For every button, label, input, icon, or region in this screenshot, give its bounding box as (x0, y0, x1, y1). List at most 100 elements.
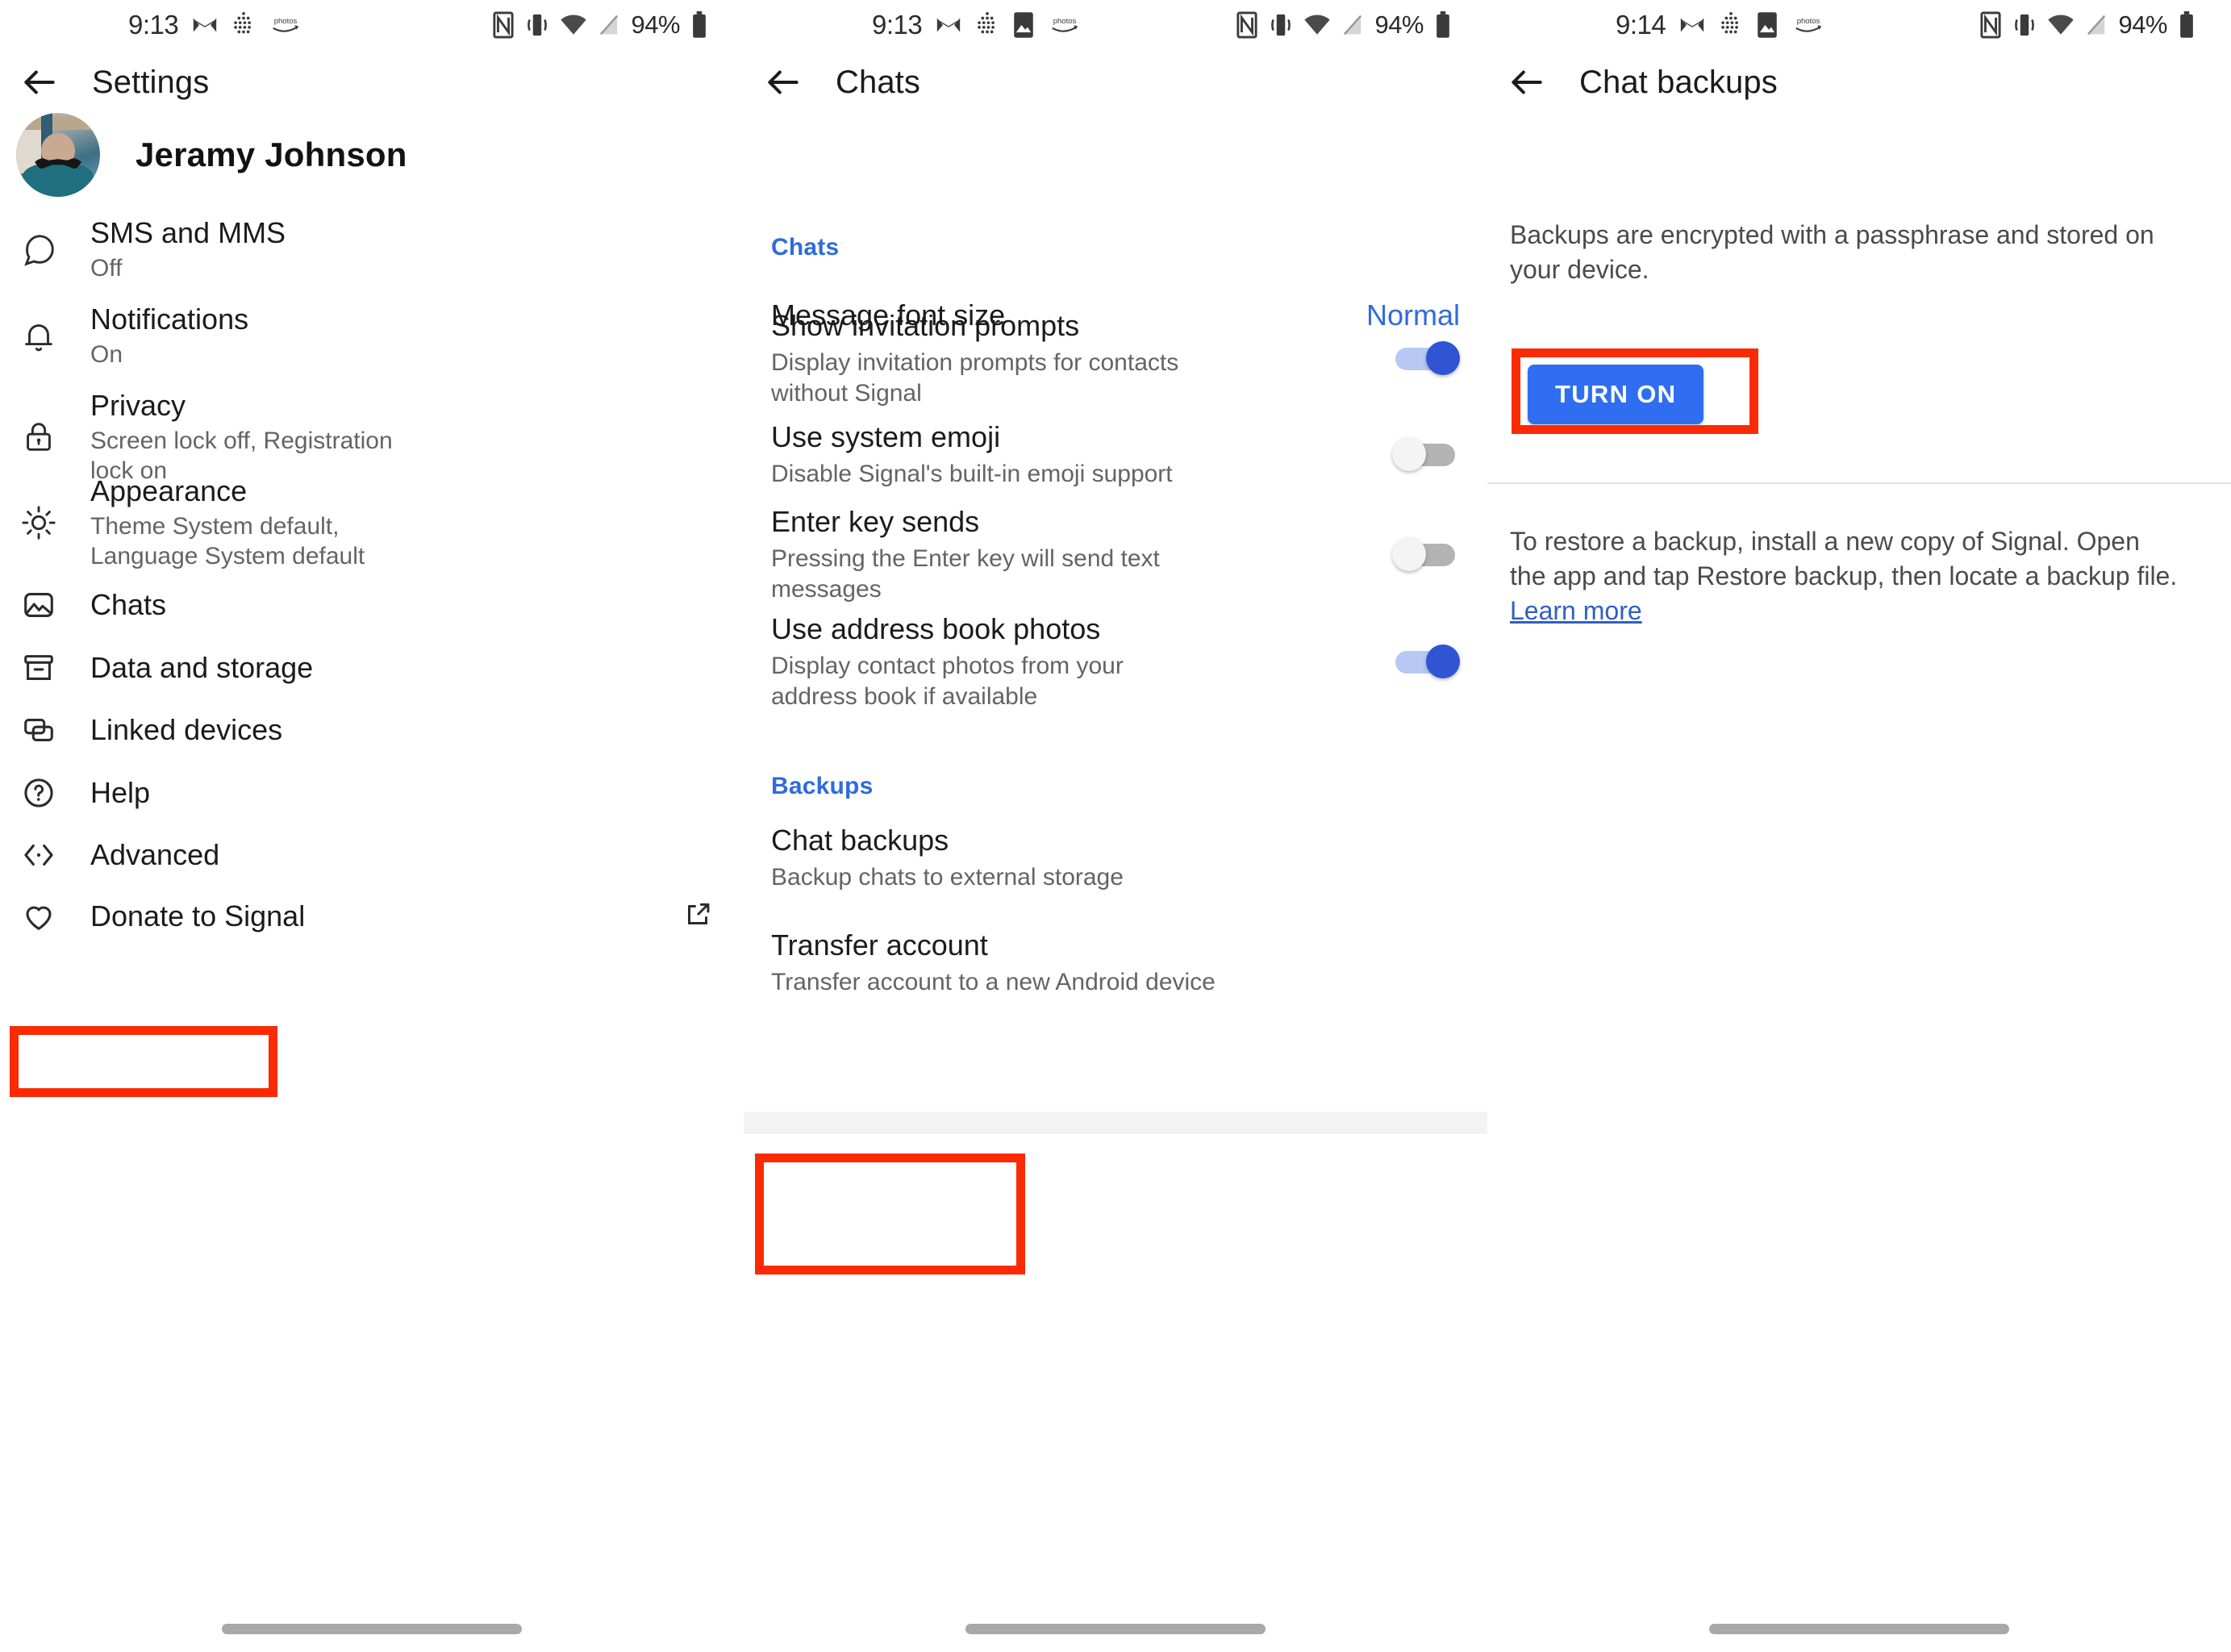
toolbar: Settings (0, 44, 744, 121)
row-sublabel: Disable Signal's built-in emoji support (771, 461, 1173, 488)
row-title: Chat backups (771, 824, 949, 857)
row-enter-key-sends[interactable]: Enter key sends Pressing the Enter key w… (744, 504, 1487, 604)
row-sublabel: Backup chats to external storage (771, 864, 1124, 891)
profile-row[interactable]: Jeramy Johnson (16, 113, 407, 197)
row-chat-backups[interactable]: Chat backups Backup chats to external st… (744, 823, 1487, 893)
toolbar: Chat backups (1487, 44, 2231, 121)
bell-icon (16, 314, 61, 359)
screenshot-icon (1756, 11, 1779, 39)
status-time: 9:14 (1616, 10, 1666, 40)
mail-icon (191, 11, 219, 39)
screenshot-icon (1012, 11, 1035, 39)
vibrate-icon (1269, 11, 1293, 39)
status-bar: 9:14 photos 94% (1487, 0, 2231, 50)
sidebar-item-sms-mms[interactable]: SMS and MMS Off (0, 216, 744, 284)
status-time: 9:13 (128, 10, 179, 40)
back-arrow-icon[interactable] (18, 60, 61, 104)
sidebar-item-sublabel: On (90, 341, 123, 369)
sidebar-item-label: Notifications (90, 302, 249, 336)
three-screen-sequence: 9:13 photos 94% Settings Jeramy Johnson … (0, 0, 2231, 1652)
row-title: Enter key sends (771, 505, 980, 538)
amazon-photos-icon: photos (1791, 13, 1825, 37)
sidebar-item-label: Advanced (90, 837, 220, 871)
image-icon (16, 582, 61, 628)
sidebar-item-sublabel: Off (90, 255, 123, 282)
turn-on-button[interactable]: TURN ON (1528, 365, 1704, 424)
vibrate-icon (2012, 11, 2037, 39)
toggle-use-address-book-photos[interactable] (1392, 643, 1460, 680)
sidebar-item-data-and-storage[interactable]: Data and storage (0, 645, 744, 690)
sidebar-item-donate-to-signal[interactable]: Donate to Signal (0, 894, 744, 939)
section-divider (744, 1112, 1487, 1134)
home-indicator (222, 1624, 522, 1634)
sidebar-item-appearance[interactable]: Appearance Theme System default, Languag… (0, 474, 744, 572)
sidebar-item-chats[interactable]: Chats (0, 582, 744, 628)
sun-icon (16, 500, 61, 545)
toggle-use-system-emoji[interactable] (1392, 436, 1460, 473)
linked-devices-icon (16, 707, 61, 753)
wifi-icon (1303, 13, 1331, 37)
signal-off-icon (1341, 13, 1364, 37)
row-sublabel: Display invitation prompts for contacts … (771, 349, 1179, 407)
svg-text:photos: photos (1797, 17, 1820, 26)
row-sublabel: Pressing the Enter key will send text me… (771, 545, 1160, 603)
sidebar-item-label: SMS and MMS (90, 216, 286, 249)
row-title: Transfer account (771, 928, 988, 962)
sidebar-item-label: Privacy (90, 389, 186, 422)
settings-screen: 9:13 photos 94% Settings Jeramy Johnson … (0, 0, 744, 1652)
home-indicator (965, 1624, 1266, 1634)
toggle-show-invitation-prompts[interactable] (1392, 340, 1460, 377)
nfc-icon (492, 11, 515, 39)
battery-icon (690, 11, 708, 39)
chats-highlight-annotation (10, 1026, 277, 1097)
toolbar: Chats (744, 44, 1487, 121)
restore-instructions: To restore a backup, install a new copy … (1510, 524, 2179, 628)
sidebar-item-label: Donate to Signal (90, 899, 306, 932)
back-arrow-icon[interactable] (761, 60, 805, 104)
nfc-icon (1236, 11, 1258, 39)
svg-text:photos: photos (1053, 17, 1077, 26)
row-use-system-emoji[interactable]: Use system emoji Disable Signal's built-… (744, 419, 1487, 490)
back-arrow-icon[interactable] (1505, 60, 1549, 104)
amazon-photos-icon: photos (269, 13, 302, 37)
wifi-icon (560, 13, 587, 37)
external-link-icon[interactable] (681, 898, 715, 936)
wifi-icon (2047, 13, 2075, 37)
lock-icon (16, 415, 61, 460)
row-title: Use system emoji (771, 420, 1001, 453)
heart-icon (16, 894, 61, 939)
row-sublabel: Display contact photos from your address… (771, 653, 1124, 710)
row-transfer-account[interactable]: Transfer account Transfer account to a n… (744, 928, 1487, 998)
row-sublabel: Transfer account to a new Android device (771, 969, 1216, 996)
sidebar-item-label: Data and storage (90, 650, 314, 684)
page-title: Chats (836, 64, 920, 100)
profile-name: Jeramy Johnson (136, 136, 407, 173)
avatar[interactable] (16, 113, 100, 197)
status-bar: 9:13 photos 94% (744, 0, 1487, 50)
sidebar-item-label: Help (90, 775, 151, 809)
sidebar-item-advanced[interactable]: Advanced (0, 832, 744, 878)
signal-off-icon (598, 13, 620, 37)
battery-percent: 94% (2118, 10, 2167, 39)
chat-bubble-icon (16, 227, 61, 273)
sidebar-item-label: Appearance (90, 474, 248, 507)
battery-percent: 94% (631, 10, 680, 39)
archive-box-icon (16, 645, 61, 690)
sidebar-item-label: Chats (90, 587, 167, 621)
mail-icon (1678, 11, 1706, 39)
sidebar-item-notifications[interactable]: Notifications On (0, 302, 744, 370)
row-show-invitation-prompts[interactable]: Show invitation prompts Display invitati… (744, 308, 1487, 408)
section-header-backups: Backups (771, 773, 874, 799)
learn-more-link[interactable]: Learn more (1510, 596, 1642, 625)
amazon-photos-icon: photos (1048, 13, 1082, 37)
status-bar: 9:13 photos 94% (0, 0, 744, 50)
sidebar-item-label: Linked devices (90, 712, 283, 746)
row-title: Show invitation prompts (771, 309, 1080, 342)
sidebar-item-privacy[interactable]: Privacy Screen lock off, Registration lo… (0, 389, 744, 486)
row-use-address-book-photos[interactable]: Use address book photos Display contact … (744, 611, 1487, 711)
svg-text:photos: photos (274, 17, 298, 26)
backup-intro-text: Backups are encrypted with a passphrase … (1510, 220, 2154, 284)
sidebar-item-linked-devices[interactable]: Linked devices (0, 707, 744, 753)
toggle-enter-key-sends[interactable] (1392, 536, 1460, 573)
sidebar-item-help[interactable]: Help (0, 770, 744, 816)
